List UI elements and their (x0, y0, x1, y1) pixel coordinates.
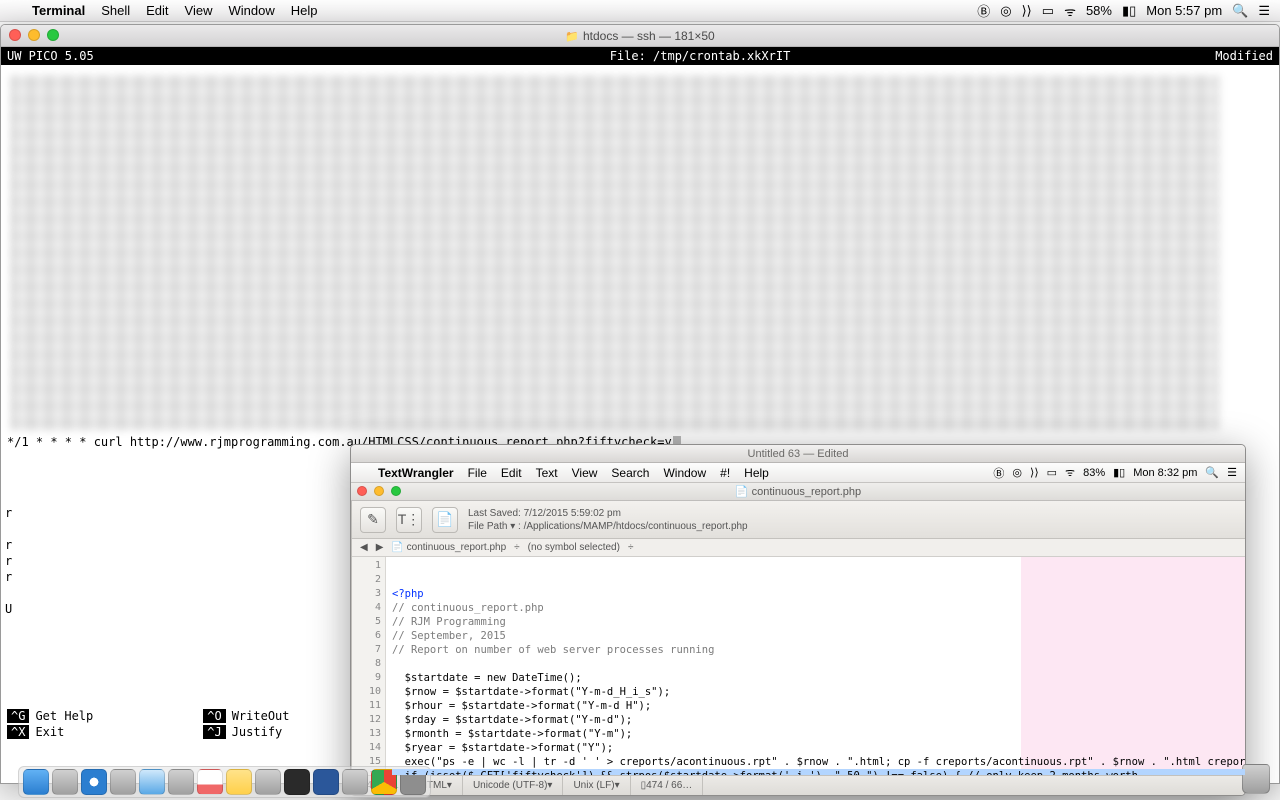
menu-edit[interactable]: Edit (138, 3, 176, 18)
dock-app[interactable] (255, 769, 281, 795)
wifi-icon[interactable]: ᯤ (1064, 2, 1076, 20)
label-exit: Exit (35, 725, 64, 739)
dock-notes[interactable] (226, 769, 252, 795)
tw-doc-titlebar[interactable]: 📄 continuous_report.php (351, 483, 1245, 501)
nav-fwd-icon[interactable]: ▶ (376, 542, 384, 553)
tw-battery-icon[interactable]: ▮▯ (1113, 466, 1125, 479)
tw-menu-view[interactable]: View (565, 466, 605, 480)
key-exit[interactable]: ^X (7, 725, 29, 739)
dock-calendar[interactable] (197, 769, 223, 795)
tw-menu-file[interactable]: File (461, 466, 494, 480)
tw-breadcrumb: ◀ ▶ 📄 continuous_report.php ÷ (no symbol… (352, 539, 1246, 557)
tw-doc-title: continuous_report.php (752, 486, 861, 498)
pico-footer: ^G Get Help ^X Exit ^O WriteOut ^J Justify (7, 707, 290, 739)
tw-menu-edit[interactable]: Edit (494, 466, 529, 480)
dock-app[interactable] (168, 769, 194, 795)
pico-file: File: /tmp/crontab.xkXrIT (227, 49, 1173, 63)
battery-pct[interactable]: 58% (1086, 3, 1112, 18)
pico-header: UW PICO 5.05 File: /tmp/crontab.xkXrIT M… (1, 47, 1279, 65)
tw-menu-text[interactable]: Text (529, 466, 565, 480)
dock (18, 766, 431, 798)
terminal-titlebar[interactable]: 📁 htdocs — ssh — 181×50 (1, 25, 1279, 47)
minimize-button[interactable] (28, 29, 40, 41)
label-justify: Justify (232, 725, 283, 739)
dock-terminal[interactable] (284, 769, 310, 795)
dock-app[interactable] (342, 769, 368, 795)
tw-wifi-icon[interactable]: ᯤ (1065, 465, 1075, 480)
menuextra-icon-2[interactable]: ◎ (1000, 3, 1011, 19)
tw-notif-icon[interactable]: ☰ (1227, 466, 1237, 479)
breadcrumb-symbol[interactable]: (no symbol selected) (528, 542, 620, 553)
tw-battery-pct[interactable]: 83% (1083, 467, 1105, 479)
tw-menu-help[interactable]: Help (737, 466, 776, 480)
spotlight-icon[interactable]: 🔍 (1232, 3, 1248, 19)
menu-help[interactable]: Help (283, 3, 326, 18)
tw-spotlight-icon[interactable]: 🔍 (1205, 466, 1219, 479)
key-writeout[interactable]: ^O (203, 709, 225, 723)
line-number-gutter: 12345678910111213141516171819202122 (352, 557, 386, 775)
tw-minimize-button[interactable] (374, 486, 384, 496)
tw-clock[interactable]: Mon 8:32 pm (1133, 467, 1197, 479)
tw-menuextra-1[interactable]: Ⓑ (993, 465, 1004, 481)
partial-left-chars: r r r r U (5, 505, 12, 617)
key-justify[interactable]: ^J (203, 725, 225, 739)
active-app-name[interactable]: Terminal (24, 3, 93, 18)
folder-icon: 📁 (565, 31, 579, 43)
tw-toolbar: ✎ T⋮ 📄 Last Saved: 7/12/2015 5:59:02 pm … (352, 501, 1246, 539)
dock-app[interactable] (110, 769, 136, 795)
text-options-icon[interactable]: T⋮ (396, 507, 422, 533)
tw-app-name[interactable]: TextWrangler (371, 466, 461, 480)
tw-menu-shebang[interactable]: #! (713, 466, 737, 480)
filepath-value: /Applications/MAMP/htdocs/continuous_rep… (524, 521, 748, 532)
close-button[interactable] (9, 29, 21, 41)
notification-center-icon[interactable]: ☰ (1258, 3, 1270, 19)
menu-shell[interactable]: Shell (93, 3, 138, 18)
clock[interactable]: Mon 5:57 pm (1146, 3, 1222, 18)
tw-airplay-icon[interactable]: ▭ (1047, 466, 1057, 479)
tw-outer-title[interactable]: Untitled 63 — Edited (351, 445, 1245, 463)
key-get-help[interactable]: ^G (7, 709, 29, 723)
status-encoding[interactable]: Unicode (UTF-8) ▾ (463, 776, 564, 795)
textwrangler-window: Untitled 63 — Edited TextWrangler File E… (350, 444, 1246, 796)
breadcrumb-file[interactable]: continuous_report.php (407, 542, 507, 553)
zoom-button[interactable] (47, 29, 59, 41)
pico-version: UW PICO 5.05 (7, 49, 227, 63)
redacted-content (11, 75, 1219, 430)
tw-menuextra-3[interactable]: ⟩⟩ (1030, 466, 1039, 479)
status-selection: ▯ 474 / 66… (631, 776, 704, 795)
code-editor[interactable]: <?php // continuous_report.php // RJM Pr… (386, 557, 1246, 775)
dock-mail[interactable] (139, 769, 165, 795)
tw-menu-search[interactable]: Search (604, 466, 656, 480)
label-writeout: WriteOut (232, 709, 290, 723)
menuextra-icon-1[interactable]: Ⓑ (977, 1, 990, 20)
document-icon[interactable]: 📄 (432, 507, 458, 533)
trash-icon[interactable] (1242, 764, 1270, 794)
menu-view[interactable]: View (177, 3, 221, 18)
menuextra-icon-3[interactable]: ⟩⟩ (1022, 3, 1032, 19)
airplay-icon[interactable]: ▭ (1042, 3, 1054, 19)
dock-finder[interactable] (23, 769, 49, 795)
nav-back-icon[interactable]: ◀ (360, 542, 368, 553)
filepath-label[interactable]: File Path ▾ : (468, 521, 521, 532)
status-lineend[interactable]: Unix (LF) ▾ (563, 776, 630, 795)
macos-menubar: Terminal Shell Edit View Window Help Ⓑ ◎… (0, 0, 1280, 22)
dock-word[interactable] (313, 769, 339, 795)
menu-window[interactable]: Window (221, 3, 283, 18)
battery-icon[interactable]: ▮▯ (1122, 3, 1136, 19)
last-saved-value: 7/12/2015 5:59:02 pm (524, 508, 621, 519)
pencil-icon[interactable]: ✎ (360, 507, 386, 533)
tw-menu-window[interactable]: Window (656, 466, 713, 480)
tw-zoom-button[interactable] (391, 486, 401, 496)
tw-menubar: TextWrangler File Edit Text View Search … (351, 463, 1245, 483)
window-title: htdocs — ssh — 181×50 (583, 29, 715, 43)
last-saved-label: Last Saved: (468, 508, 521, 519)
dock-safari[interactable] (81, 769, 107, 795)
dock-app[interactable] (52, 769, 78, 795)
pico-status: Modified (1173, 49, 1273, 63)
label-get-help: Get Help (35, 709, 93, 723)
tw-menuextra-2[interactable]: ◎ (1012, 466, 1022, 479)
tw-statusbar: 14 1 HTML ▾ Unicode (UTF-8) ▾ Unix (LF) … (351, 775, 1245, 795)
tw-close-button[interactable] (357, 486, 367, 496)
